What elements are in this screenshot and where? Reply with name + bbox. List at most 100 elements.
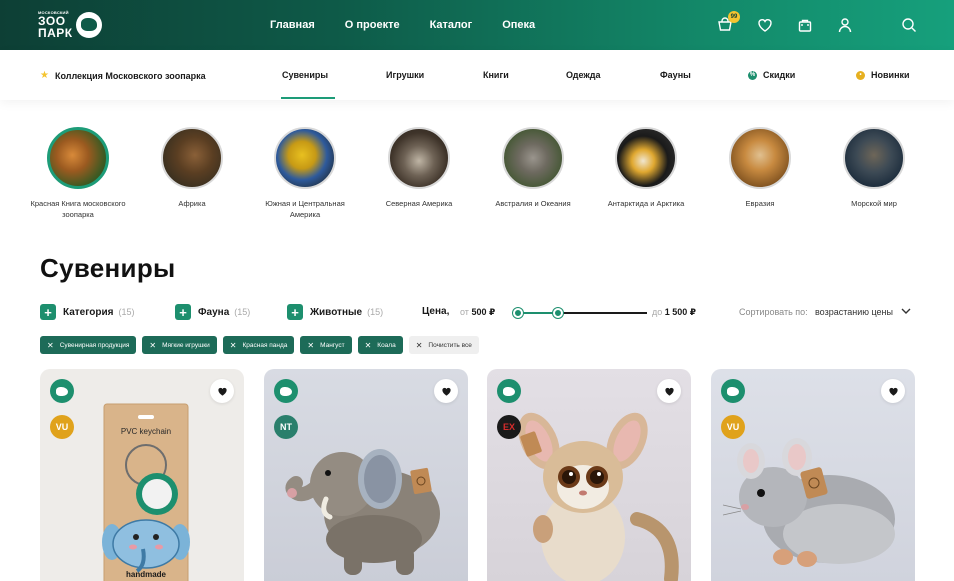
nav-home[interactable]: Главная [270,19,315,31]
elephant-logo-icon [75,12,102,38]
chip-koala[interactable]: ✕ Коала [357,336,403,354]
subnav-item-faunas[interactable]: Фауны [660,70,691,80]
star-icon: ★ [40,70,49,81]
region-label: Южная и Центральная Америка [265,199,345,219]
favorite-button[interactable] [881,379,905,403]
price-slider[interactable] [513,308,647,318]
chip-souvenir-products[interactable]: ✕ Сувенирная продукция [40,336,137,354]
clear-all-button[interactable]: ✕ Почистить все [408,336,479,354]
region-label: Африка [178,199,206,208]
region-sea-world[interactable]: Морской мир [819,127,929,209]
heart-icon [441,387,451,396]
heart-icon [664,387,674,396]
header: МОСКОВСКИЙ ЗОО ПАРК Главная О проекте Ка… [0,0,954,50]
region-antarctica[interactable]: Антарктида и Арктика [591,127,701,209]
subnav-item-clothes[interactable]: Одежда [566,70,600,80]
map-region-icon [50,379,74,403]
plus-icon: + [175,304,191,320]
subnav-item-collection[interactable]: ★ Коллекция Московского зоопарка [40,70,206,81]
subnav-label: Книги [483,70,509,80]
chip-soft-toys[interactable]: ✕ Мягкие игрушки [142,336,217,354]
region-eurasia[interactable]: Евразия [705,127,815,209]
product-card[interactable]: PVC keychain handmade VU [40,369,244,581]
percent-icon: % [748,70,757,80]
clear-all-label: Почистить все [428,341,472,349]
close-icon[interactable]: ✕ [365,341,372,350]
region-label: Морской мир [851,199,897,208]
cart-icon[interactable]: 99 [712,11,740,38]
filter-label: Категория [63,306,114,318]
penguin-photo [615,127,677,189]
koala-photo [502,127,564,189]
region-australia[interactable]: Австралия и Океания [478,127,588,209]
favorite-button[interactable] [210,379,234,403]
filter-category[interactable]: + Категория (15) [40,303,135,321]
subnav-item-discounts[interactable]: % Скидки [748,70,795,80]
chip-label: Мангуст [320,341,345,349]
new-icon: • [856,70,865,80]
subnav-label: Игрушки [386,70,425,80]
product-card[interactable]: NT [264,369,468,581]
region-red-book[interactable]: Красная Книга московского зоопарка [23,127,133,220]
product-card[interactable]: EX [487,369,691,581]
nav-catalog[interactable]: Каталог [430,19,473,31]
subnav-label: Одежда [566,70,601,80]
region-africa[interactable]: Африка [137,127,247,209]
packaging-bottom-text: handmade [126,570,167,579]
search-icon[interactable] [896,12,922,38]
subnav-item-souvenirs[interactable]: Сувениры [282,70,328,80]
price-to-value: 1 500 ₽ [664,307,697,317]
region-label: Антарктида и Арктика [607,199,685,208]
region-south-america[interactable]: Южная и Центральная Америка [250,127,360,220]
subnav-item-new[interactable]: • Новинки [856,70,910,80]
heart-icon [888,387,898,396]
close-icon[interactable]: ✕ [230,341,237,350]
sea-turtle-photo [843,127,905,189]
price-from-value: 500 ₽ [471,307,496,317]
subnav-label: Коллекция Московского зоопарка [54,70,206,81]
map-region-icon [274,379,298,403]
zoo-logo[interactable]: МОСКОВСКИЙ ЗОО ПАРК [38,10,102,40]
nav-about[interactable]: О проекте [345,19,400,31]
chip-label: Коала [377,341,396,349]
chinchilla-plush-image [722,438,895,567]
product-card[interactable]: VU [711,369,915,581]
filters-bar: + Категория (15) + Фауна (15) + Животные… [40,303,920,323]
nav-guardianship[interactable]: Опека [502,19,535,31]
chevron-down-icon[interactable] [900,305,912,317]
filter-animals[interactable]: + Животные (15) [287,303,383,321]
favorite-button[interactable] [434,379,458,403]
region-label: Австралия и Океания [495,199,571,208]
close-icon[interactable]: ✕ [307,341,314,350]
user-icon[interactable] [832,12,858,38]
favorite-button[interactable] [657,379,681,403]
filter-fauna[interactable]: + Фауна (15) [175,303,250,321]
active-tab-underline [281,97,335,99]
elephant-plush-image [285,449,440,575]
chip-mongoose[interactable]: ✕ Мангуст [300,336,352,354]
sort-select[interactable]: возрастанию цены [815,307,893,317]
subnav-item-books[interactable]: Книги [483,70,509,80]
chip-label: Сувенирная продукция [59,341,130,349]
price-from-prefix: от [460,307,469,317]
price-to: до 1 500 ₽ [652,307,696,318]
status-badge: EX [497,415,521,439]
filter-count: (15) [118,307,135,317]
heart-icon[interactable] [752,12,778,38]
close-icon[interactable]: ✕ [47,341,54,350]
basket-icon[interactable] [792,12,818,38]
price-from: от 500 ₽ [460,307,495,318]
price-slider-max-handle[interactable] [553,308,563,318]
active-filter-chips: ✕ Сувенирная продукция ✕ Мягкие игрушки ✕ К… [40,336,479,354]
plus-icon: + [40,304,56,320]
subnav-label: Фауны [660,70,691,80]
price-slider-range [517,312,558,314]
close-icon[interactable]: ✕ [149,341,156,350]
macaw-photo [274,127,336,189]
region-north-america[interactable]: Северная Америка [364,127,474,209]
subnav-item-toys[interactable]: Игрушки [386,70,424,80]
filter-label: Животные [310,306,363,318]
chip-red-panda[interactable]: ✕ Красная панда [222,336,295,354]
packaging-text: PVC keychain [121,427,171,436]
price-slider-min-handle[interactable] [513,308,523,318]
